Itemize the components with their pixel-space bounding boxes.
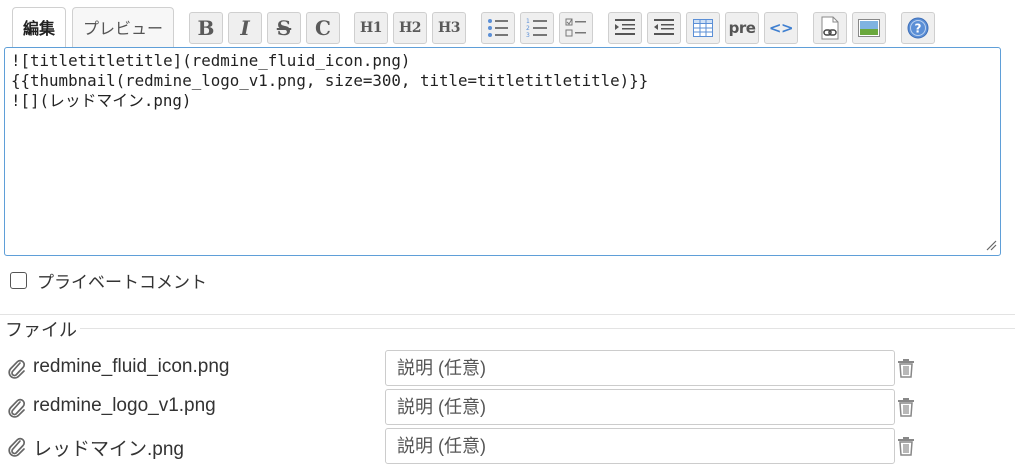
unordered-list-button[interactable]: [481, 12, 515, 44]
italic-icon: I: [240, 16, 250, 40]
issue-edit-form: 編集 プレビュー B I S C H1 H2 H3 1 2 3 pre <> ?…: [0, 0, 1015, 468]
private-comment-row: プライベートコメント: [10, 268, 207, 293]
file-row: レッドマイン.png: [0, 428, 1015, 464]
files-legend: ファイル: [5, 316, 80, 342]
file-name: redmine_fluid_icon.png: [33, 356, 230, 377]
link-icon: [821, 16, 839, 40]
svg-text:?: ?: [915, 22, 922, 36]
inline-code-icon: C: [315, 16, 331, 40]
file-description-input[interactable]: [385, 389, 895, 425]
heading1-button[interactable]: H1: [354, 12, 388, 44]
paperclip-icon: [8, 437, 26, 457]
file-name: redmine_logo_v1.png: [33, 395, 216, 416]
tab-edit[interactable]: 編集: [12, 7, 67, 49]
description-textarea[interactable]: ![titletitletitle](redmine_fluid_icon.pn…: [4, 47, 1001, 256]
heading3-button[interactable]: H3: [432, 12, 466, 44]
svg-text:3: 3: [526, 32, 530, 39]
code-highlight-icon: <>: [768, 19, 794, 37]
private-comment-label[interactable]: プライベートコメント: [37, 268, 207, 293]
outdent-button[interactable]: [647, 12, 681, 44]
strikethrough-icon: S: [276, 16, 292, 40]
paperclip-icon: [8, 398, 26, 418]
strikethrough-button[interactable]: S: [267, 12, 301, 44]
file-row: redmine_fluid_icon.png: [0, 350, 1015, 386]
ordered-list-button[interactable]: 1 2 3: [520, 12, 554, 44]
indent-button[interactable]: [608, 12, 642, 44]
file-description-input[interactable]: [385, 428, 895, 464]
indent-icon: [615, 19, 635, 35]
code-highlight-button[interactable]: <>: [764, 12, 798, 44]
file-name: レッドマイン.png: [33, 439, 184, 460]
section-divider: [0, 314, 1015, 315]
unordered-list-icon: [488, 19, 508, 37]
tab-preview[interactable]: プレビュー: [72, 7, 175, 49]
resize-grip-icon[interactable]: [985, 239, 997, 251]
task-list-icon: [565, 18, 586, 37]
trash-icon[interactable]: [896, 436, 916, 456]
help-icon: ?: [907, 17, 929, 39]
ordered-list-icon: 1 2 3: [526, 18, 547, 39]
image-icon: [858, 19, 880, 37]
svg-text:1: 1: [526, 18, 530, 25]
trash-icon[interactable]: [896, 397, 916, 417]
task-list-button[interactable]: [559, 12, 593, 44]
editor-tabs: 編集 プレビュー: [12, 7, 175, 49]
private-comment-checkbox[interactable]: [10, 272, 27, 289]
legend-rule: [80, 328, 1015, 329]
paperclip-icon: [8, 359, 26, 379]
outdent-icon: [654, 19, 674, 35]
preformatted-icon: pre: [728, 19, 756, 37]
svg-text:2: 2: [526, 25, 530, 32]
italic-button[interactable]: I: [228, 12, 262, 44]
table-icon: [693, 19, 713, 37]
image-button[interactable]: [852, 12, 886, 44]
bold-icon: B: [197, 16, 215, 40]
heading1-icon: H1: [360, 20, 382, 36]
file-description-input[interactable]: [385, 350, 895, 386]
heading2-icon: H2: [399, 20, 421, 36]
bold-button[interactable]: B: [189, 12, 223, 44]
inline-code-button[interactable]: C: [306, 12, 340, 44]
help-button[interactable]: ?: [901, 12, 935, 44]
file-row: redmine_logo_v1.png: [0, 389, 1015, 425]
link-button[interactable]: [813, 12, 847, 44]
preformatted-button[interactable]: pre: [725, 12, 759, 44]
trash-icon[interactable]: [896, 358, 916, 378]
heading3-icon: H3: [438, 20, 460, 36]
heading2-button[interactable]: H2: [393, 12, 427, 44]
table-button[interactable]: [686, 12, 720, 44]
